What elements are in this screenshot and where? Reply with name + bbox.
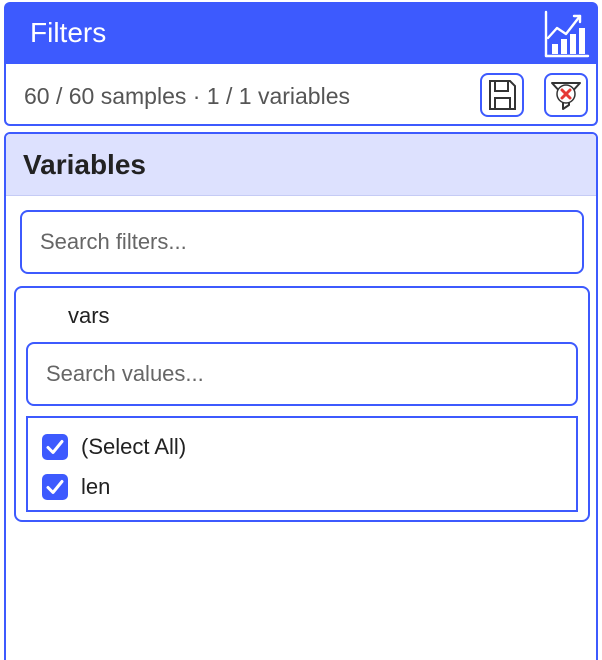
variable-name: vars bbox=[68, 303, 110, 328]
search-filters-input[interactable] bbox=[20, 210, 584, 274]
variables-panel-header[interactable]: Variables bbox=[6, 134, 596, 196]
save-icon bbox=[489, 80, 516, 110]
option-label: (Select All) bbox=[81, 434, 187, 459]
select-all-option[interactable]: (Select All) bbox=[42, 432, 186, 462]
value-checkbox[interactable] bbox=[42, 474, 68, 500]
filters-header: Filters bbox=[4, 2, 598, 64]
save-filters-button[interactable] bbox=[480, 73, 524, 117]
check-icon bbox=[46, 440, 64, 454]
filter-summary-text: 60 / 60 samples · 1 / 1 variables bbox=[24, 83, 350, 109]
option-label: len bbox=[81, 474, 111, 499]
clear-filters-button[interactable] bbox=[544, 73, 588, 117]
check-icon bbox=[46, 480, 64, 494]
clear-filter-icon bbox=[551, 82, 581, 110]
filter-summary-bar: 60 / 60 samples · 1 / 1 variables bbox=[4, 64, 598, 126]
bar-chart-icon[interactable] bbox=[542, 8, 590, 60]
value-option[interactable]: len bbox=[42, 472, 110, 502]
variables-panel-title: Variables bbox=[23, 149, 146, 180]
variable-filter-card: vars (Select All) bbox=[14, 286, 590, 522]
header-title: Filters bbox=[30, 17, 107, 48]
values-list: (Select All) len bbox=[26, 416, 578, 512]
select-all-checkbox[interactable] bbox=[42, 434, 68, 460]
search-values-input[interactable] bbox=[26, 342, 578, 406]
variables-panel: Variables vars (Select All) bbox=[4, 132, 598, 660]
filters-widget: Filters 60 / 60 samples · 1 / 1 variable… bbox=[0, 0, 602, 660]
